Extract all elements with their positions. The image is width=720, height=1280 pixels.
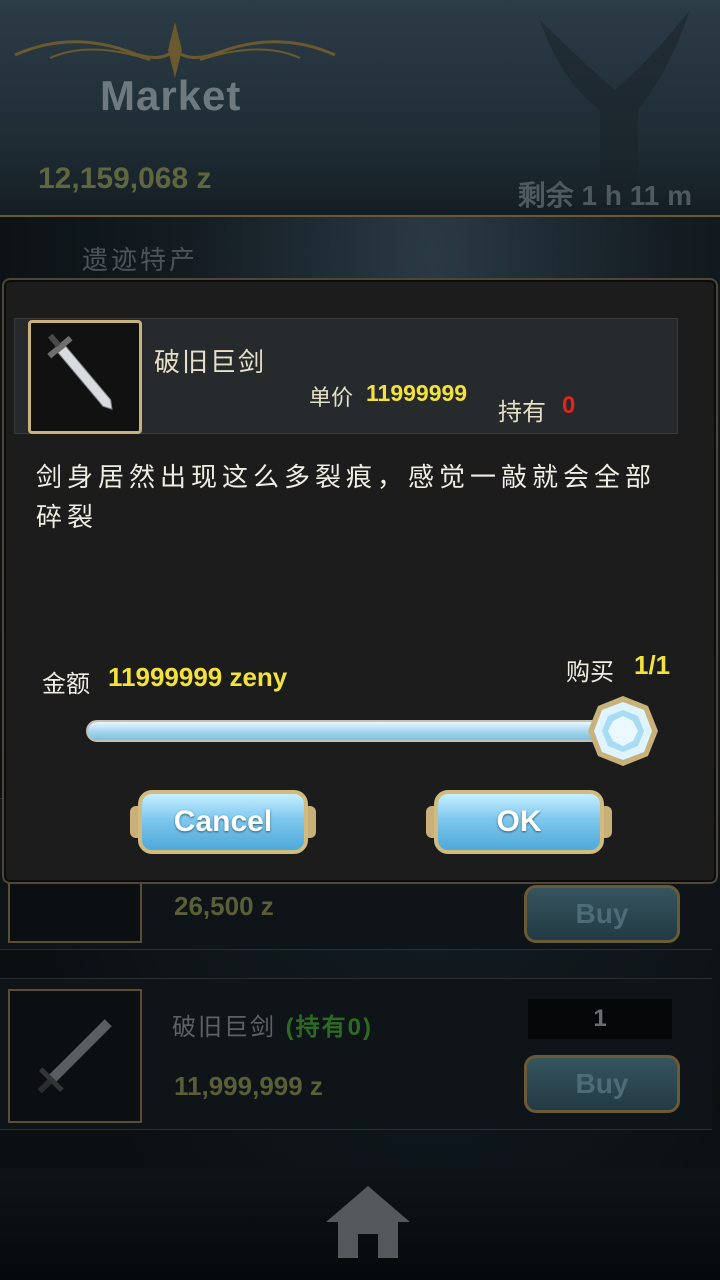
ok-button[interactable]: OK (426, 784, 612, 860)
item-price: 26,500 z (174, 891, 274, 921)
cancel-button[interactable]: Cancel (130, 784, 316, 860)
quantity-slider[interactable] (86, 720, 626, 742)
cancel-button-label: Cancel (173, 805, 273, 838)
item-name: 破旧巨剑 (持有0) (172, 1013, 373, 1041)
remaining-time: 剩余 1 h 11 m (517, 180, 692, 211)
amount-label: 金额 (42, 670, 90, 698)
item-thumbnail (8, 989, 142, 1123)
buy-count-value: 1/1 (634, 650, 671, 680)
slider-fill (88, 722, 624, 740)
header-ornament (14, 22, 336, 78)
diamond-knob-icon[interactable] (586, 694, 660, 768)
quantity-field[interactable]: 1 (528, 999, 672, 1039)
item-price: 11,999,999 z (174, 1071, 323, 1101)
home-icon[interactable] (322, 1182, 414, 1262)
market-header: Market 12,159,068 z 剩余 1 h 11 m (0, 0, 720, 217)
item-description: 剑身居然出现这么多裂痕，感觉一敲就会全部碎裂 (36, 463, 657, 533)
sword-icon (47, 333, 113, 410)
item-icon-frame (28, 320, 142, 434)
dialog-item-name: 破旧巨剑 (154, 348, 267, 378)
buy-button[interactable]: Buy (524, 885, 680, 943)
section-label: 遗迹特产 (82, 246, 199, 276)
sword-icon (37, 1019, 112, 1094)
owned-count: (持有0) (285, 1014, 373, 1041)
market-title: Market (100, 72, 242, 119)
ok-button-label: OK (496, 805, 542, 838)
buy-button[interactable]: Buy (524, 1055, 680, 1113)
list-item: 破旧巨剑 (持有0) 11,999,999 z 1 Buy (0, 978, 712, 1130)
amount-value: 11999999 zeny (108, 662, 288, 692)
unit-price-value: 11999999 (366, 380, 468, 406)
owned-label: 持有 (498, 398, 546, 426)
purchase-dialog: 破旧巨剑 单价 11999999 持有 0 剑身居然出现这么多裂痕，感觉一敲就会… (2, 278, 718, 884)
zeny-balance: 12,159,068 z (38, 162, 212, 195)
buy-count-label: 购买 (566, 658, 614, 686)
owned-value: 0 (562, 392, 576, 419)
